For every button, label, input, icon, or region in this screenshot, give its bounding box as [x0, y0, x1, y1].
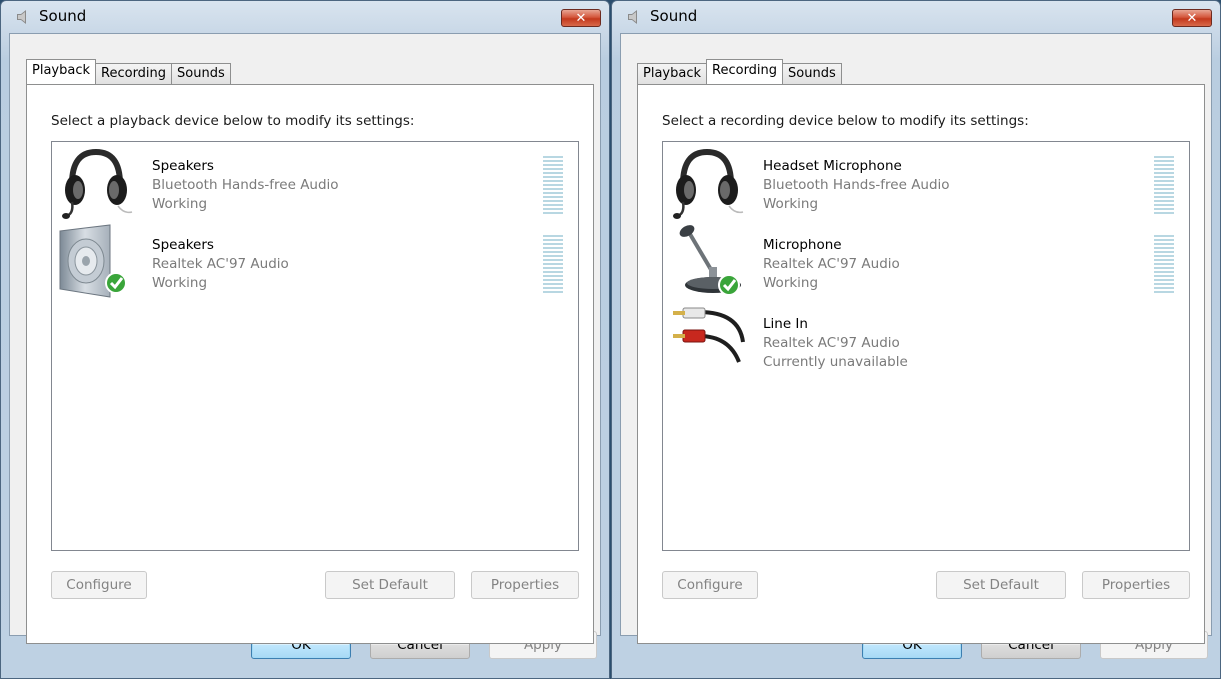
- device-list[interactable]: Speakers Bluetooth Hands-free Audio Work…: [51, 141, 579, 551]
- configure-button[interactable]: Configure: [51, 571, 147, 599]
- speaker-icon: [58, 223, 134, 299]
- device-item[interactable]: Speakers Bluetooth Hands-free Audio Work…: [56, 144, 576, 222]
- configure-label: Configure: [677, 577, 743, 593]
- tab-playback[interactable]: Playback: [637, 63, 708, 84]
- device-driver: Realtek AC'97 Audio: [763, 335, 900, 351]
- device-list[interactable]: Headset Microphone Bluetooth Hands-free …: [662, 141, 1190, 551]
- device-status: Working: [152, 196, 208, 212]
- tab-pane: Select a recording device below to modif…: [637, 84, 1205, 644]
- instruction-text: Select a recording device below to modif…: [662, 113, 1029, 129]
- tab-strip: Playback Recording Sounds: [637, 59, 842, 84]
- device-driver: Bluetooth Hands-free Audio: [152, 177, 339, 193]
- rca-cable-icon: [669, 302, 745, 378]
- speaker-volume-icon: [15, 9, 35, 25]
- window-title: Sound: [650, 7, 698, 25]
- device-status: Working: [763, 196, 819, 212]
- device-status: Working: [763, 275, 819, 291]
- speaker-volume-icon: [626, 9, 646, 25]
- device-name: Headset Microphone: [763, 158, 902, 174]
- set-default-button[interactable]: Set Default: [936, 571, 1066, 599]
- device-item[interactable]: Line In Realtek AC'97 Audio Currently un…: [667, 302, 1187, 380]
- headset-icon: [58, 144, 134, 220]
- device-item[interactable]: Speakers Realtek AC'97 Audio Working: [56, 223, 576, 301]
- set-default-label: Set Default: [352, 577, 428, 593]
- close-button[interactable]: ✕: [1172, 9, 1212, 27]
- tab-sounds[interactable]: Sounds: [782, 63, 842, 84]
- device-item[interactable]: Headset Microphone Bluetooth Hands-free …: [667, 144, 1187, 222]
- tab-strip: Playback Recording Sounds: [26, 59, 231, 84]
- level-meter: [543, 235, 563, 293]
- configure-button[interactable]: Configure: [662, 571, 758, 599]
- sound-dialog-playback: Sound ✕ Playback Recording Sounds Select…: [0, 0, 610, 679]
- dialog-client-area: Playback Recording Sounds Select a playb…: [9, 33, 601, 644]
- device-name: Speakers: [152, 237, 214, 253]
- tab-playback[interactable]: Playback: [26, 59, 97, 84]
- device-status: Working: [152, 275, 208, 291]
- device-name: Microphone: [763, 237, 842, 253]
- properties-label: Properties: [490, 577, 560, 593]
- properties-label: Properties: [1101, 577, 1171, 593]
- title-bar[interactable]: Sound ✕: [1, 1, 609, 33]
- instruction-text: Select a playback device below to modify…: [51, 113, 415, 129]
- tab-pane: Select a playback device below to modify…: [26, 84, 594, 644]
- device-status: Currently unavailable: [763, 354, 908, 370]
- configure-label: Configure: [66, 577, 132, 593]
- headset-icon: [669, 144, 745, 220]
- sound-dialog-recording: Sound ✕ Playback Recording Sounds Select…: [611, 0, 1221, 679]
- device-driver: Realtek AC'97 Audio: [152, 256, 289, 272]
- title-bar[interactable]: Sound ✕: [612, 1, 1220, 33]
- set-default-button[interactable]: Set Default: [325, 571, 455, 599]
- level-meter: [1154, 235, 1174, 293]
- device-driver: Realtek AC'97 Audio: [763, 256, 900, 272]
- close-button[interactable]: ✕: [561, 9, 601, 27]
- default-check-icon: [718, 274, 740, 296]
- tab-sounds[interactable]: Sounds: [171, 63, 231, 84]
- close-icon: ✕: [1186, 10, 1198, 26]
- device-name: Line In: [763, 316, 808, 332]
- default-check-icon: [105, 272, 127, 294]
- tab-recording[interactable]: Recording: [706, 59, 784, 84]
- set-default-label: Set Default: [963, 577, 1039, 593]
- properties-button[interactable]: Properties: [1082, 571, 1190, 599]
- device-driver: Bluetooth Hands-free Audio: [763, 177, 950, 193]
- device-name: Speakers: [152, 158, 214, 174]
- level-meter: [1154, 156, 1174, 214]
- level-meter: [543, 156, 563, 214]
- properties-button[interactable]: Properties: [471, 571, 579, 599]
- dialog-client-area: Playback Recording Sounds Select a recor…: [620, 33, 1212, 644]
- microphone-icon: [669, 223, 745, 299]
- close-icon: ✕: [575, 10, 587, 26]
- tab-recording[interactable]: Recording: [95, 63, 173, 84]
- window-title: Sound: [39, 7, 87, 25]
- device-item[interactable]: Microphone Realtek AC'97 Audio Working: [667, 223, 1187, 301]
